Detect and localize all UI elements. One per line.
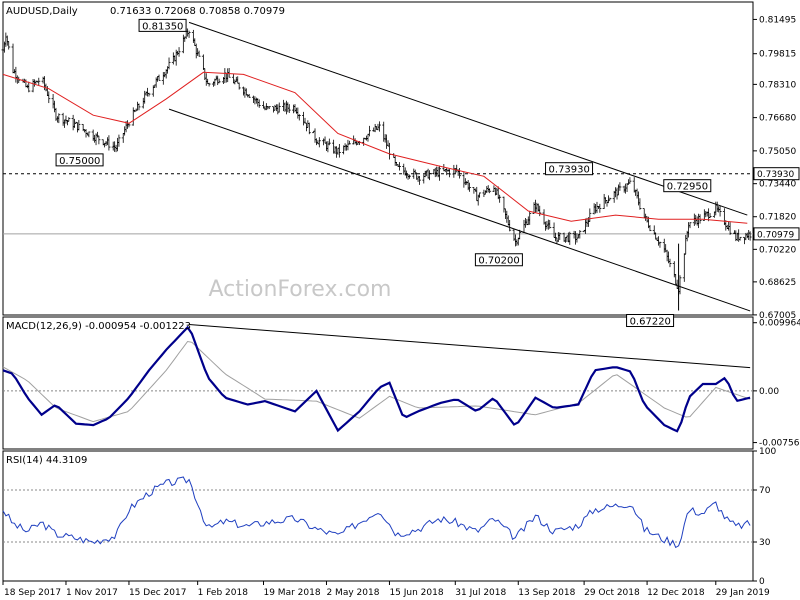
price-level-label: 0.73930 [549, 165, 590, 176]
price-level-label: 0.75000 [59, 156, 100, 167]
time-axis-label: 12 Dec 2018 [647, 588, 705, 598]
rsi-axis-label: 100 [759, 447, 776, 457]
price-axis-label: 0.70220 [759, 245, 796, 255]
price-axis-label: 0.79815 [759, 50, 796, 60]
price-axis-label: 0.68625 [759, 278, 796, 288]
rsi-line [2, 476, 751, 549]
price-axis-label: 0.81495 [759, 15, 796, 25]
level-tag-label: 0.73930 [757, 170, 794, 180]
time-axis-label: 19 Mar 2018 [263, 588, 320, 598]
price-panel-title: AUDUSD,Daily [6, 6, 78, 17]
time-axis-label: 29 Oct 2018 [584, 588, 640, 598]
price-panel-frame [2, 1, 754, 316]
time-axis-label: 15 Dec 2017 [129, 588, 187, 598]
macd-panel-title: MACD(12,26,9) -0.000954 -0.001223 [6, 321, 191, 332]
watermark: ActionForex.com [209, 277, 392, 302]
forex-chart: 0.81495 0.79815 0.78310 0.76680 0.75050 0.734… [0, 0, 800, 600]
time-axis-label: 29 Jan 2019 [716, 588, 770, 598]
rsi-axis-label: 30 [759, 538, 771, 548]
rsi-panel-title: RSI(14) 44.3109 [6, 455, 87, 466]
time-axis-label: 31 Jul 2018 [455, 588, 506, 598]
last-price-label: 0.70979 [757, 230, 794, 240]
time-axis-label: 1 Feb 2018 [198, 588, 249, 598]
rsi-axis-label: 70 [759, 486, 771, 496]
macd-signal-line [2, 340, 751, 423]
time-axis-label: 15 Jun 2018 [389, 588, 443, 598]
price-axis-label: 0.78310 [759, 80, 796, 90]
macd-axis-label: 0.009964 [759, 319, 800, 329]
rsi-axis-label: 0 [759, 577, 765, 587]
price-axis-label: 0.75050 [759, 147, 796, 157]
rsi-panel-frame [2, 450, 754, 582]
macd-axis-label: 0.00 [759, 387, 779, 397]
price-axis-label: 0.71820 [759, 213, 796, 223]
time-axis-label: 13 Sep 2018 [518, 588, 575, 598]
price-ohlc-values: 0.71633 0.72068 0.70858 0.70979 [110, 6, 285, 17]
chart-canvas: 0.81495 0.79815 0.78310 0.76680 0.75050 0.734… [1, 1, 800, 598]
time-axis-label: 2 May 2018 [326, 588, 379, 598]
price-level-label: 0.72950 [667, 182, 708, 193]
price-level-label: 0.81350 [142, 21, 183, 32]
time-axis-label: 18 Sep 2017 [4, 588, 61, 598]
macd-panel-frame [2, 316, 754, 450]
price-axis-label: 0.76680 [759, 114, 796, 124]
time-axis-label: 1 Nov 2017 [66, 588, 118, 598]
price-level-label: 0.67220 [630, 317, 671, 328]
price-axis-label: 0.73440 [759, 180, 796, 190]
price-level-label: 0.70200 [478, 256, 519, 267]
macd-trendline [189, 324, 751, 369]
